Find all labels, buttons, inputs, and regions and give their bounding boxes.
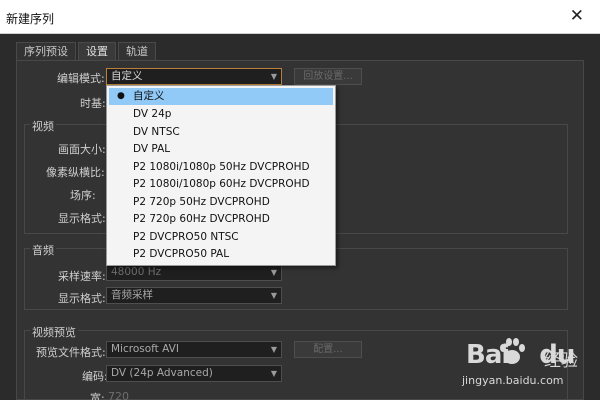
edit-mode-value: 自定义 (111, 70, 143, 82)
dropdown-option[interactable]: DV PAL (109, 141, 333, 158)
video-group-title: 视频 (30, 118, 56, 134)
bullet-icon: ● (117, 91, 125, 101)
audio-display-format-select[interactable]: 音频采样 ▼ (106, 287, 282, 304)
edit-mode-dropdown[interactable]: ● 自定义 DV 24p DV NTSC DV PAL P2 1080i/108… (106, 85, 336, 266)
chevron-down-icon: ▼ (270, 345, 277, 354)
dropdown-option[interactable]: P2 DVCPRO50 NTSC (109, 229, 333, 246)
audio-display-format-label: 显示格式: (58, 292, 106, 305)
preview-file-format-value: Microsoft AVI (111, 343, 179, 355)
timebase-label: 时基: (80, 97, 106, 110)
fields-label: 场序: (70, 189, 96, 202)
dropdown-option[interactable]: P2 720p 60Hz DVCPROHD (109, 211, 333, 228)
chevron-down-icon: ▼ (270, 268, 277, 277)
sample-rate-select[interactable]: 48000 Hz ▼ (106, 264, 282, 281)
dropdown-option[interactable]: P2 1080i/1080p 50Hz DVCPROHD (109, 159, 333, 176)
sample-rate-value: 48000 Hz (111, 266, 162, 278)
dropdown-option[interactable]: P2 720p 50Hz DVCPROHD (109, 194, 333, 211)
frame-size-label: 画面大小: (58, 143, 106, 156)
chevron-down-icon: ▼ (270, 291, 277, 300)
pixel-aspect-label: 像素纵横比: (46, 166, 105, 179)
video-preview-group-title: 视频预览 (30, 324, 78, 340)
watermark-cn-text: 经验 (544, 351, 578, 371)
edit-mode-label: 编辑模式: (57, 72, 105, 85)
baidu-jingyan-watermark: Bai du 经验 jingyan.baidu.com (460, 332, 595, 390)
dropdown-option[interactable]: DV NTSC (109, 124, 333, 141)
tab-bar: 序列预设 设置 轨道 (16, 42, 158, 60)
video-display-format-label: 显示格式: (58, 212, 106, 225)
window-title: 新建序列 (6, 12, 55, 26)
configure-button[interactable]: 配置... (294, 341, 362, 358)
chevron-down-icon: ▼ (270, 369, 277, 378)
preview-file-format-select[interactable]: Microsoft AVI ▼ (106, 341, 282, 358)
playback-settings-button[interactable]: 回放设置... (294, 68, 362, 85)
dropdown-option[interactable]: P2 1080i/1080p 60Hz DVCPROHD (109, 176, 333, 193)
audio-group-title: 音频 (30, 242, 56, 258)
chevron-down-icon: ▼ (270, 72, 277, 81)
tab-sequence-presets[interactable]: 序列预设 (16, 42, 76, 60)
dropdown-option[interactable]: P2 DVCPRO50 PAL (109, 246, 333, 263)
sample-rate-label: 采样速率: (58, 270, 106, 283)
watermark-url: jingyan.baidu.com (462, 374, 564, 387)
tab-settings[interactable]: 设置 (78, 42, 116, 60)
audio-display-format-value: 音频采样 (111, 289, 153, 301)
paw-icon (500, 338, 525, 364)
preview-file-format-label: 预览文件格式: (36, 346, 106, 359)
dropdown-option[interactable]: ● 自定义 (109, 88, 333, 105)
width-label: 宽: (90, 392, 105, 400)
codec-label: 编码: (82, 370, 108, 383)
tab-tracks[interactable]: 轨道 (118, 42, 156, 60)
width-value: 720 (108, 390, 129, 400)
codec-value: DV (24p Advanced) (111, 367, 213, 379)
close-icon[interactable]: ✕ (570, 6, 584, 26)
dropdown-option[interactable]: DV 24p (109, 106, 333, 123)
codec-select[interactable]: DV (24p Advanced) ▼ (106, 365, 282, 382)
edit-mode-select[interactable]: 自定义 ▼ (106, 68, 282, 85)
title-bar: 新建序列 ✕ (0, 0, 600, 34)
